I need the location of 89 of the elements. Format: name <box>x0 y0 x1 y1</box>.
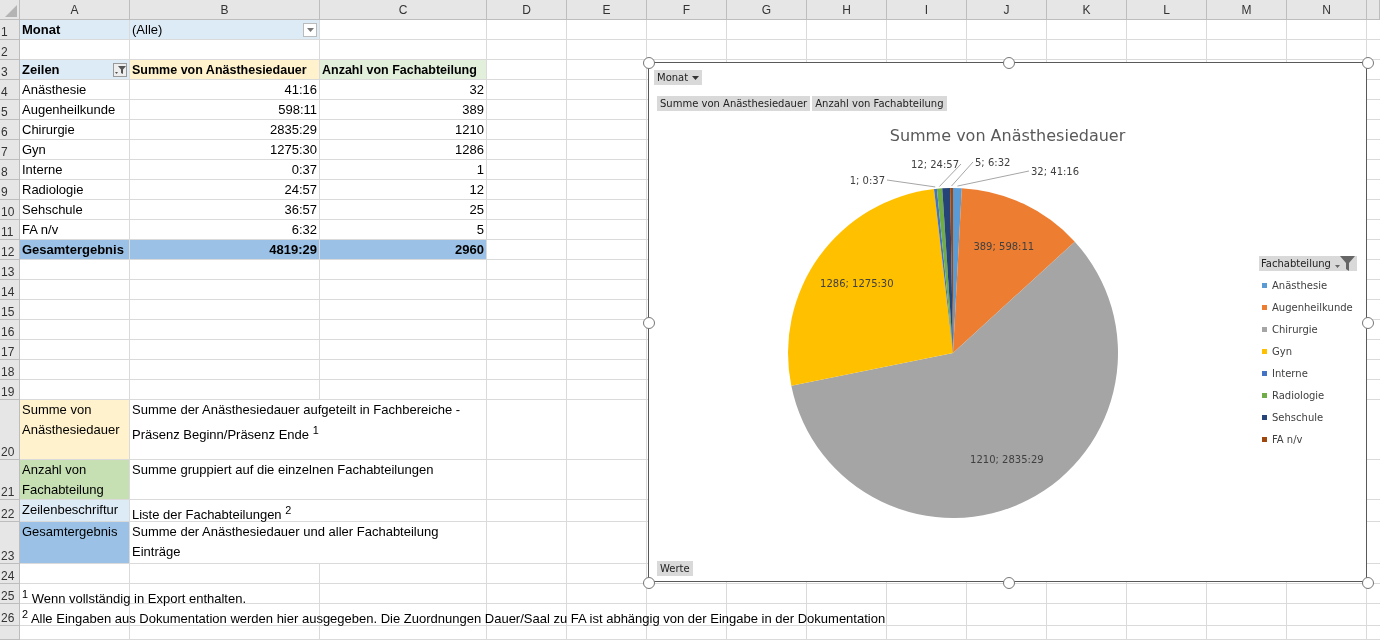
legend-term-cell: Zeilenbeschriftur <box>20 500 130 522</box>
column-header[interactable]: G <box>727 0 807 20</box>
row-number[interactable]: 20 <box>0 400 20 460</box>
row-number[interactable]: 14 <box>0 280 20 300</box>
column-header[interactable]: C <box>320 0 487 20</box>
legend-label: Chirurgie <box>1272 324 1318 335</box>
row-number[interactable]: 19 <box>0 380 20 400</box>
data-label: 389; 598:11 <box>973 240 1035 252</box>
total-cell: Gesamtergebnis <box>20 240 130 260</box>
column-header-cell: Summe von Anästhesiedauer <box>130 60 320 80</box>
column-header[interactable]: A <box>20 0 130 20</box>
row-number[interactable]: 1 <box>0 20 20 40</box>
legend-label: FA n/v <box>1272 434 1303 445</box>
resize-handle[interactable] <box>643 317 655 329</box>
footnote: $^{1}$ Wenn vollständig in Export enthalten. <box>20 584 320 604</box>
column-header[interactable]: F <box>647 0 727 20</box>
resize-handle[interactable] <box>1362 57 1374 69</box>
row-number[interactable]: 5 <box>0 100 20 120</box>
resize-handle[interactable] <box>1362 317 1374 329</box>
row-number[interactable]: 26 <box>0 604 20 626</box>
column-header[interactable]: I <box>887 0 967 20</box>
row-number[interactable]: 11 <box>0 220 20 240</box>
filter-value: (Alle) <box>132 20 163 39</box>
column-header[interactable]: M <box>1207 0 1287 20</box>
caret-icon <box>692 75 700 80</box>
caret-icon <box>306 27 314 32</box>
row-number[interactable]: 13 <box>0 260 20 280</box>
row-number[interactable]: 24 <box>0 564 20 584</box>
row-number[interactable]: 12 <box>0 240 20 260</box>
filter-label: Monat <box>20 20 130 40</box>
leader-line <box>886 179 936 188</box>
row-number[interactable]: 10 <box>0 200 20 220</box>
data-label: 32; 41:16 <box>1031 166 1080 177</box>
resize-handle[interactable] <box>1362 577 1374 589</box>
legend-label: Radiologie <box>1272 390 1325 401</box>
row-number[interactable]: 25 <box>0 584 20 604</box>
legend-label: Gyn <box>1272 346 1292 357</box>
resize-handle[interactable] <box>643 57 655 69</box>
row-number[interactable]: 6 <box>0 120 20 140</box>
data-label: 1; 0:37 <box>849 175 885 186</box>
row-labels-text: Zeilen <box>22 60 60 79</box>
dropdown-button[interactable] <box>303 22 317 37</box>
legend-term-cell: Summe von Anästhesiedauer <box>20 400 130 460</box>
column-header[interactable]: D <box>487 0 567 20</box>
column-header[interactable]: L <box>1127 0 1207 20</box>
legend-term-cell: Gesamtergebnis <box>20 522 130 564</box>
row-number[interactable]: 17 <box>0 340 20 360</box>
chart-title: Summe von Anästhesiedauer <box>889 126 1126 145</box>
column-header[interactable]: J <box>967 0 1047 20</box>
row-number[interactable]: 3 <box>0 60 20 80</box>
legend-label: Sehschule <box>1272 412 1324 423</box>
value-field-button[interactable]: Summe von Anästhesiedauer <box>657 96 811 111</box>
row-number[interactable]: 15 <box>0 300 20 320</box>
column-header[interactable]: K <box>1047 0 1127 20</box>
data-label: 5; 6:32 <box>975 157 1011 168</box>
row-number[interactable]: 23 <box>0 522 20 564</box>
row-number[interactable]: 21 <box>0 460 20 500</box>
row-number[interactable]: 22 <box>0 500 20 522</box>
row-number[interactable]: 16 <box>0 320 20 340</box>
data-label: 12; 24:57 <box>910 159 959 170</box>
legend-field-button[interactable]: Fachabteilung <box>1259 256 1357 271</box>
axis-field-button[interactable]: Werte <box>657 561 693 576</box>
legend-label: Augenheilkunde <box>1272 302 1353 313</box>
legend-label: Interne <box>1272 368 1308 379</box>
value-field-button[interactable]: Anzahl von Fachabteilung <box>812 96 947 111</box>
row-number[interactable]: 2 <box>0 40 20 60</box>
legend-label: Anästhesie <box>1272 280 1328 291</box>
data-label: 1210; 2835:29 <box>970 453 1044 465</box>
column-header[interactable]: N <box>1287 0 1367 20</box>
filter-icon <box>1334 256 1355 271</box>
row-number[interactable]: 9 <box>0 180 20 200</box>
total-cell: 4819:29 <box>130 240 320 260</box>
column-header-cell: Anzahl von Fachabteilung <box>320 60 487 80</box>
filter-button[interactable] <box>113 62 127 77</box>
data-label: 1286; 1275:30 <box>820 278 894 290</box>
row-number[interactable]: 8 <box>0 160 20 180</box>
row-number[interactable]: 4 <box>0 80 20 100</box>
legend-term-cell: Anzahl von Fachabteilung <box>20 460 130 500</box>
resize-handle[interactable] <box>643 577 655 589</box>
row-number[interactable]: 7 <box>0 140 20 160</box>
filter-field-button[interactable]: Monat <box>654 70 703 85</box>
resize-handle[interactable] <box>1002 577 1015 589</box>
filter-icon <box>114 64 126 75</box>
column-header[interactable]: E <box>567 0 647 20</box>
total-cell: 2960 <box>320 240 487 260</box>
column-header[interactable]: H <box>807 0 887 20</box>
column-header[interactable]: B <box>130 0 320 20</box>
row-number[interactable]: 18 <box>0 360 20 380</box>
resize-handle[interactable] <box>1002 57 1015 69</box>
